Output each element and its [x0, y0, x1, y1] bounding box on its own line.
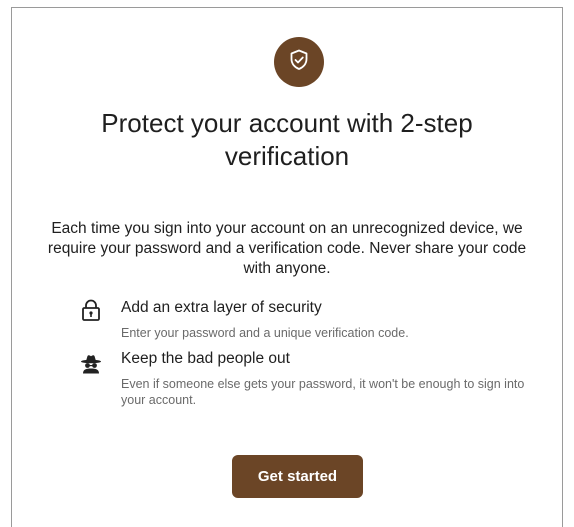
feature-title-bad-people: Keep the bad people out — [121, 350, 290, 367]
feature-title-security: Add an extra layer of security — [121, 299, 322, 316]
page-title: Protect your account with 2-step verific… — [101, 108, 473, 171]
feature-desc-bad-people: Even if someone else gets your password,… — [121, 377, 525, 407]
lock-icon — [79, 298, 103, 322]
description-text: Each time you sign into your account on … — [47, 220, 527, 277]
feature-desc-security: Enter your password and a unique verific… — [121, 326, 409, 340]
spy-icon — [79, 352, 103, 376]
shield-check-icon — [289, 49, 309, 76]
get-started-button[interactable]: Get started — [232, 455, 363, 498]
shield-badge — [274, 37, 324, 87]
